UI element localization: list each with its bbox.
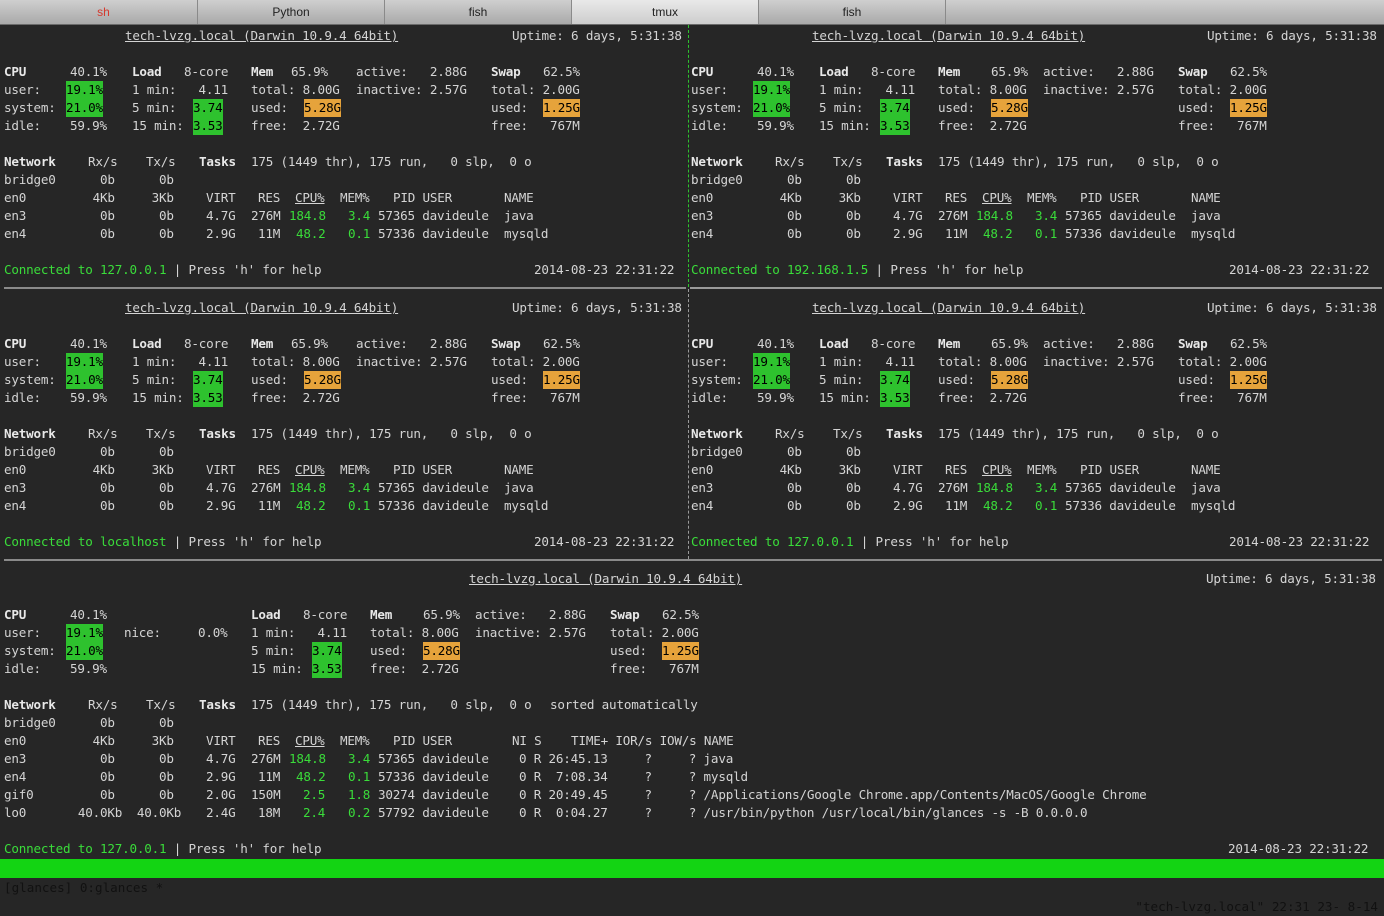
uptime: Uptime: 6 days, 5:31:38 (512, 28, 682, 43)
user-row: user: 19.1% nice: 0.0% 1 min: 4.11 total: 8.0… (4, 624, 699, 642)
host-title: tech-lvzg.local (Darwin 10.9.4 64bit) (469, 571, 743, 586)
connection-status: Connected to 127.0.0.1 | Press 'h' for h… (4, 841, 1369, 856)
iface-en4: en4 0b 0b 2.9G 11M 48.2 0.1 57336 davideule my… (4, 226, 549, 241)
iface-en3: en3 0b 0b 4.7G 276M 184.8 3.4 57365 davideule… (4, 480, 534, 495)
system-row: system: 21.0% 5 min: 3.74 used: 5.28G used: 1.2… (691, 371, 1267, 389)
network-header: Network Rx/s Tx/s Tasks 175 (1449 thr), 175 … (4, 697, 698, 712)
uptime: Uptime: 6 days, 5:31:38 (512, 300, 682, 315)
tab-tmux[interactable]: tmux (572, 0, 759, 24)
pane-divider (690, 287, 1382, 289)
iface-en3: en3 0b 0b 4.7G 276M 184.8 3.4 57365 davideule… (4, 751, 734, 766)
tmux-host-clock: "tech-lvzg.local" 22:31 23- 8-14 (1135, 899, 1378, 914)
cpu-row: CPU 40.1% Load 8-core Mem 65.9% active: 2.88G S… (4, 64, 580, 79)
host-title: tech-lvzg.local (Darwin 10.9.4 64bit) (125, 300, 399, 315)
iface-en0: en0 4Kb 3Kb VIRT RES CPU% MEM% PID USER NAME (691, 462, 1221, 477)
glances-pane-top-left[interactable]: tech-lvzg.local (Darwin 10.9.4 64bit) Up… (4, 25, 688, 287)
iface-en0: en0 4Kb 3Kb VIRT RES CPU% MEM% PID USER NAME (4, 190, 534, 205)
user-row: user: 19.1% 1 min: 4.11 total: 8.00G inactiv… (4, 81, 580, 99)
iface-en4: en4 0b 0b 2.9G 11M 48.2 0.1 57336 davideule my… (691, 498, 1236, 513)
iface-gif0: gif0 0b 0b 2.0G 150M 2.5 1.8 30274 davideule 0… (4, 787, 1147, 802)
cpu-row: CPU 40.1% Load 8-core Mem 65.9% active: 2.88G S… (691, 64, 1267, 79)
system-row: system: 21.0% 5 min: 3.74 used: 5.28G used: 1.2… (691, 99, 1267, 117)
host-title: tech-lvzg.local (Darwin 10.9.4 64bit) (812, 300, 1086, 315)
glances-pane-mid-left[interactable]: tech-lvzg.local (Darwin 10.9.4 64bit) Up… (4, 297, 688, 559)
terminal-area[interactable]: tech-lvzg.local (Darwin 10.9.4 64bit) Up… (0, 25, 1384, 859)
iface-bridge0: bridge0 0b 0b (4, 715, 174, 730)
idle-row: idle: 59.9% 15 min: 3.53 free: 2.72G free: 76… (4, 117, 580, 135)
iface-bridge0: bridge0 0b 0b (691, 444, 861, 459)
network-header: Network Rx/s Tx/s Tasks 175 (1449 thr), 175 … (691, 154, 1219, 169)
iface-en4: en4 0b 0b 2.9G 11M 48.2 0.1 57336 davideule 0 … (4, 769, 748, 784)
network-header: Network Rx/s Tx/s Tasks 175 (1449 thr), 175 … (4, 426, 532, 441)
iface-lo0: lo0 40.0Kb 40.0Kb 2.4G 18M 2.4 0.2 57792 davi… (4, 805, 1088, 820)
iface-en0: en0 4Kb 3Kb VIRT RES CPU% MEM% PID USER NAME (691, 190, 1221, 205)
idle-row: idle: 59.9% 15 min: 3.53 free: 2.72G free: 76… (691, 117, 1267, 135)
glances-pane-bottom[interactable]: tech-lvzg.local (Darwin 10.9.4 64bit) Up… (4, 568, 1382, 858)
pane-divider-vertical (688, 25, 690, 287)
glances-pane-mid-right[interactable]: tech-lvzg.local (Darwin 10.9.4 64bit) Up… (691, 297, 1383, 559)
tab-sh[interactable]: sh (10, 0, 198, 24)
tab-fish-2[interactable]: fish (759, 0, 946, 24)
system-row: system: 21.0% 5 min: 3.74 used: 5.28G used: 1.2… (4, 642, 699, 660)
cpu-row: CPU 40.1% Load 8-core Mem 65.9% active: 2.88G S… (4, 336, 580, 351)
iface-en0: en0 4Kb 3Kb VIRT RES CPU% MEM% PID USER NI S T… (4, 733, 734, 748)
tab-bar: sh Python fish tmux fish (0, 0, 1384, 25)
iface-en0: en0 4Kb 3Kb VIRT RES CPU% MEM% PID USER NAME (4, 462, 534, 477)
connection-status: Connected to localhost | Press 'h' for h… (4, 534, 675, 549)
system-row: system: 21.0% 5 min: 3.74 used: 5.28G used: 1.2… (4, 371, 580, 389)
network-header: Network Rx/s Tx/s Tasks 175 (1449 thr), 175 … (691, 426, 1219, 441)
cpu-row: CPU 40.1% Load 8-core Mem 65.9% active: 2.88G S… (691, 336, 1267, 351)
tab-python[interactable]: Python (198, 0, 385, 24)
user-row: user: 19.1% 1 min: 4.11 total: 8.00G inactiv… (691, 353, 1267, 371)
iface-bridge0: bridge0 0b 0b (4, 444, 174, 459)
iface-en4: en4 0b 0b 2.9G 11M 48.2 0.1 57336 davideule my… (4, 498, 549, 513)
glances-pane-top-right[interactable]: tech-lvzg.local (Darwin 10.9.4 64bit) Up… (691, 25, 1383, 287)
uptime: Uptime: 6 days, 5:31:38 (1207, 300, 1377, 315)
iface-en4: en4 0b 0b 2.9G 11M 48.2 0.1 57336 davideule my… (691, 226, 1236, 241)
iface-bridge0: bridge0 0b 0b (4, 172, 174, 187)
pane-divider-vertical (688, 289, 690, 559)
host-title: tech-lvzg.local (Darwin 10.9.4 64bit) (125, 28, 399, 43)
idle-row: idle: 59.9% 15 min: 3.53 free: 2.72G free: 76… (4, 389, 580, 407)
tmux-session-window[interactable]: [glances] 0:glances * (4, 878, 163, 897)
pane-divider (4, 287, 686, 289)
user-row: user: 19.1% 1 min: 4.11 total: 8.00G inactiv… (691, 81, 1267, 99)
idle-row: idle: 59.9% 15 min: 3.53 free: 2.72G free: 76… (691, 389, 1267, 407)
connection-status: Connected to 127.0.0.1 | Press 'h' for h… (691, 534, 1370, 549)
iface-en3: en3 0b 0b 4.7G 276M 184.8 3.4 57365 davideule… (4, 208, 534, 223)
user-row: user: 19.1% 1 min: 4.11 total: 8.00G inactiv… (4, 353, 580, 371)
uptime: Uptime: 6 days, 5:31:38 (1207, 28, 1377, 43)
iface-en3: en3 0b 0b 4.7G 276M 184.8 3.4 57365 davideule… (691, 208, 1221, 223)
uptime: Uptime: 6 days, 5:31:38 (1206, 571, 1376, 586)
host-title: tech-lvzg.local (Darwin 10.9.4 64bit) (812, 28, 1086, 43)
iface-en3: en3 0b 0b 4.7G 276M 184.8 3.4 57365 davideule… (691, 480, 1221, 495)
system-row: system: 21.0% 5 min: 3.74 used: 5.28G used: 1.2… (4, 99, 580, 117)
tab-fish[interactable]: fish (385, 0, 572, 24)
iface-bridge0: bridge0 0b 0b (691, 172, 861, 187)
pane-divider (4, 559, 1382, 561)
cpu-row: CPU 40.1% Load 8-core Mem 65.9% active: 2.88G S… (4, 607, 699, 622)
connection-status: Connected to 192.168.1.5 | Press 'h' for… (691, 262, 1370, 277)
network-header: Network Rx/s Tx/s Tasks 175 (1449 thr), 175 … (4, 154, 532, 169)
tmux-status-bar: [glances] 0:glances * "tech-lvzg.local" … (0, 859, 1384, 914)
connection-status: Connected to 127.0.0.1 | Press 'h' for h… (4, 262, 675, 277)
idle-row: idle: 59.9% 15 min: 3.53 free: 2.72G free: 76… (4, 660, 699, 678)
